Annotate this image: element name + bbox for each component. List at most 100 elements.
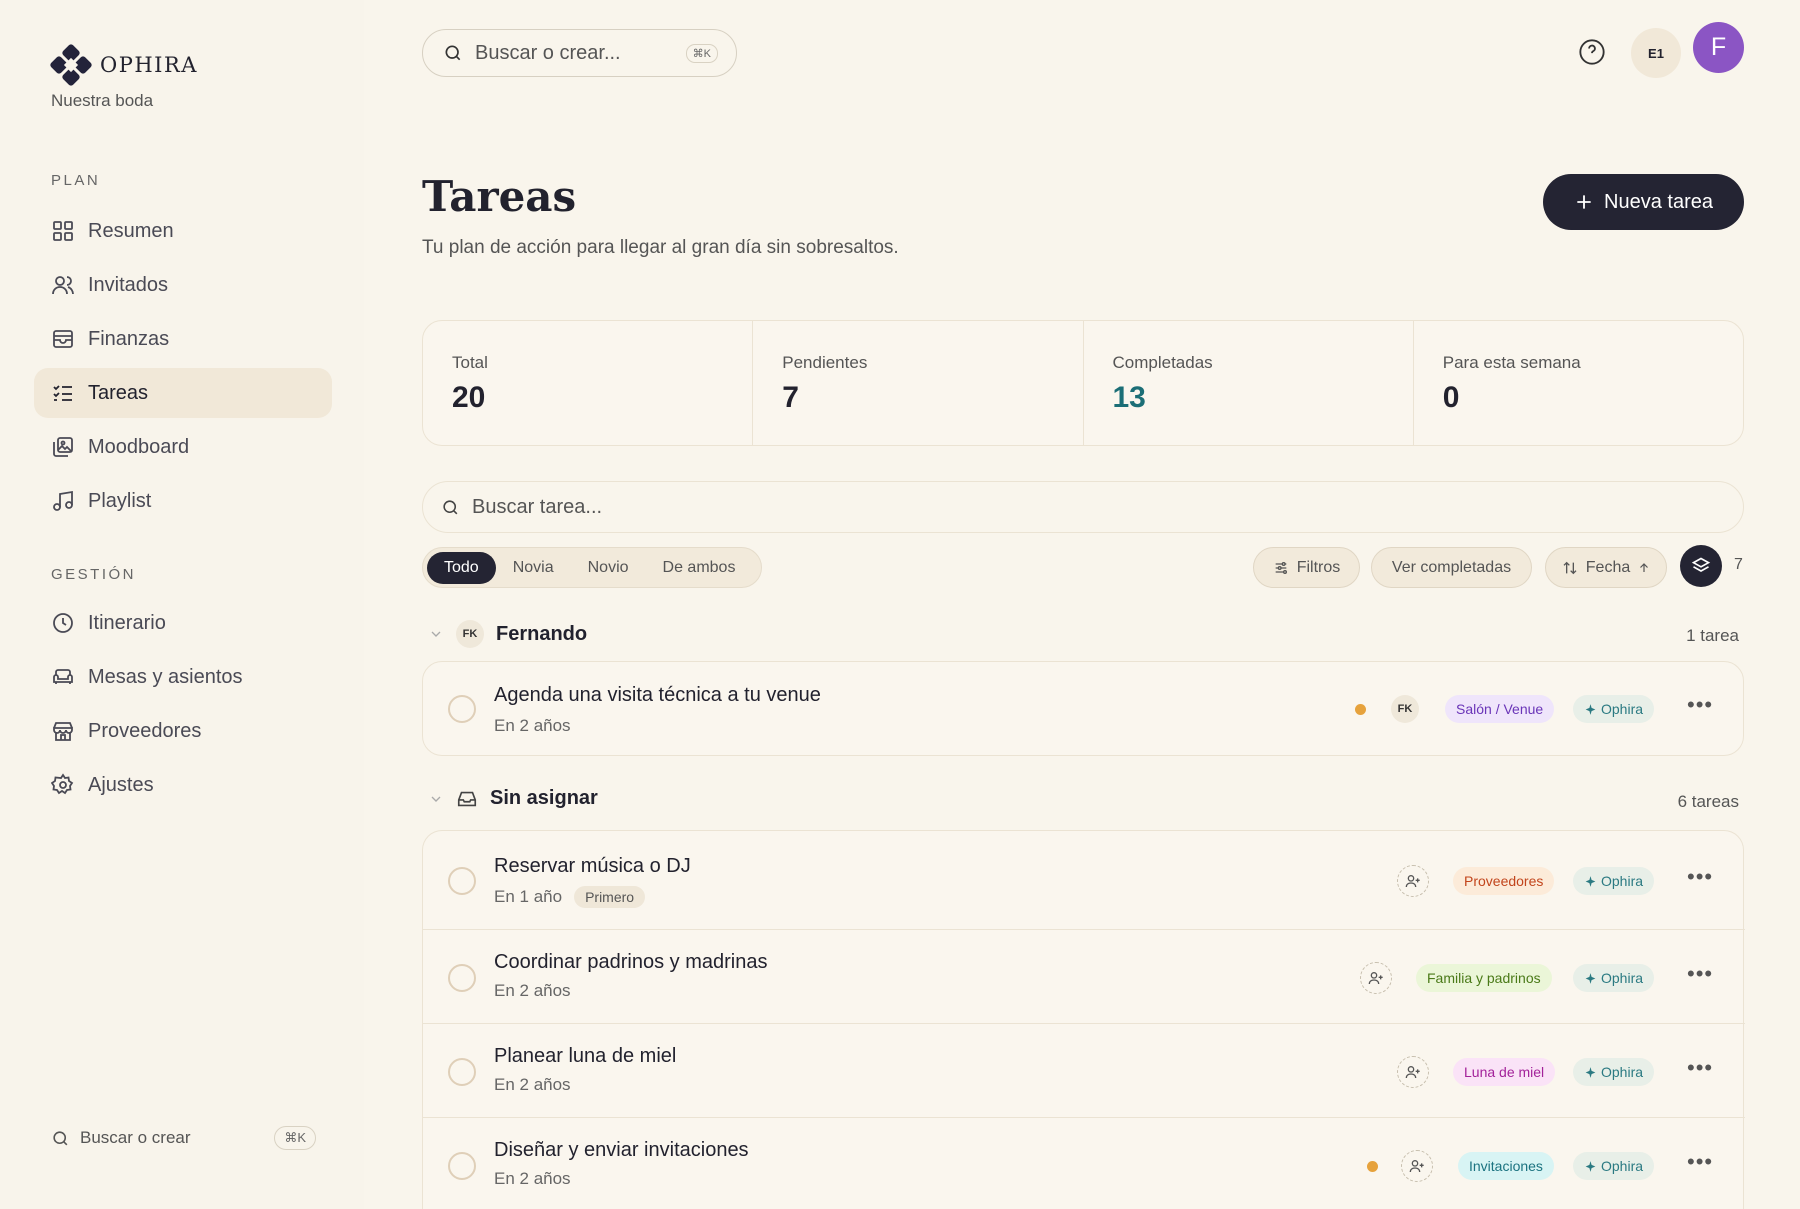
task-checkbox[interactable] (448, 867, 476, 895)
sparkle-icon (1585, 972, 1596, 984)
sidebar-item-playlist[interactable]: Playlist (34, 476, 332, 526)
sidebar-item-tareas[interactable]: Tareas (34, 368, 332, 418)
task-due: En 2 años (494, 1075, 571, 1095)
user-plus-icon (1405, 875, 1420, 888)
more-options-button[interactable]: ••• (1687, 692, 1713, 718)
source-tag: Ophira (1573, 1152, 1655, 1180)
sidebar-item-itinerario[interactable]: Itinerario (34, 598, 332, 648)
user-plus-icon (1368, 972, 1383, 985)
group-header-sin-asignar[interactable]: Sin asignar (428, 787, 598, 810)
group-name: Sin asignar (490, 787, 598, 809)
show-completed-label: Ver completadas (1391, 558, 1512, 576)
stat-label: Completadas (1112, 353, 1213, 372)
show-completed-button[interactable]: Ver completadas (1371, 547, 1532, 588)
task-search-input[interactable]: Buscar tarea... (422, 481, 1744, 533)
ophira-logo-icon (50, 44, 92, 86)
segment-novio[interactable]: Novio (571, 552, 646, 584)
sidebar-item-invitados[interactable]: Invitados (34, 260, 332, 310)
segment-ambos[interactable]: De ambos (646, 552, 753, 584)
sidebar-item-label: Tareas (88, 381, 149, 404)
plus-icon (1577, 195, 1591, 209)
sidebar-item-mesas[interactable]: Mesas y asientos (34, 652, 332, 702)
music-icon (53, 490, 73, 511)
sidebar-search[interactable]: Buscar o crear ⌘K (51, 1126, 316, 1150)
new-task-label: Nueva tarea (1604, 190, 1713, 213)
group-count: 7 (1734, 556, 1743, 573)
segment-todo[interactable]: Todo (427, 551, 496, 584)
user-plus-icon (1405, 1066, 1420, 1079)
assign-button[interactable] (1401, 1150, 1433, 1182)
more-options-button[interactable]: ••• (1687, 1055, 1713, 1081)
sidebar-item-label: Invitados (88, 273, 169, 296)
sidebar-item-moodboard[interactable]: Moodboard (34, 422, 332, 472)
layers-icon (1691, 557, 1711, 572)
sidebar-item-ajustes[interactable]: Ajustes (34, 760, 332, 810)
category-tag: Invitaciones (1458, 1152, 1554, 1180)
stat-value: 13 (1112, 381, 1146, 414)
assign-button[interactable] (1360, 962, 1392, 994)
sparkle-icon (1585, 1160, 1596, 1172)
sparkle-icon (1585, 1066, 1596, 1078)
assign-button[interactable] (1397, 1056, 1429, 1088)
task-due: En 2 años (494, 716, 571, 736)
assign-button[interactable] (1397, 865, 1429, 897)
stat-label: Para esta semana (1442, 353, 1581, 372)
assignee-avatar[interactable]: FK (1391, 695, 1419, 723)
stat-label: Pendientes (782, 353, 868, 372)
task-title[interactable]: Diseñar y enviar invitaciones (494, 1139, 749, 1162)
sparkle-icon (1585, 703, 1596, 715)
stat-completed: Completadas 13 (1084, 321, 1414, 445)
more-options-button[interactable]: ••• (1687, 864, 1713, 890)
brand-subtitle: Nuestra boda (51, 91, 154, 110)
new-task-button[interactable]: Nueva tarea (1543, 174, 1744, 230)
source-tag: Ophira (1573, 867, 1655, 895)
segment-novia[interactable]: Novia (496, 552, 571, 584)
stat-value: 20 (452, 381, 486, 414)
workspace-badge[interactable]: E1 (1631, 28, 1681, 78)
stat-label: Total (452, 353, 488, 372)
group-toggle-button[interactable] (1680, 545, 1722, 587)
user-plus-icon (1409, 1160, 1424, 1173)
sidebar-item-label: Mesas y asientos (88, 665, 243, 688)
filters-button[interactable]: Filtros (1253, 547, 1360, 588)
task-checkbox[interactable] (448, 695, 476, 723)
sidebar: OPHIRA Nuestra boda PLAN Resumen Invitad… (0, 0, 364, 1209)
stat-value: 0 (1442, 381, 1460, 414)
section-label-plan: PLAN (51, 172, 101, 189)
category-tag: Luna de miel (1453, 1058, 1556, 1086)
task-title[interactable]: Coordinar padrinos y madrinas (494, 951, 767, 974)
task-row: Planear luna de miel En 2 años Luna de m… (423, 1024, 1745, 1118)
task-row: Reservar música o DJ En 1 año Primero Pr… (423, 831, 1745, 930)
task-title[interactable]: Agenda una visita técnica a tu venue (494, 684, 821, 707)
source-label: Ophira (1601, 1158, 1644, 1174)
source-label: Ophira (1601, 1064, 1644, 1080)
group-count-label: 6 tareas (1677, 792, 1739, 811)
global-search-input[interactable]: Buscar o crear... ⌘K (422, 29, 737, 77)
sofa-icon (53, 669, 73, 684)
sidebar-item-proveedores[interactable]: Proveedores (34, 706, 332, 756)
sidebar-item-finanzas[interactable]: Finanzas (34, 314, 332, 364)
search-icon (53, 1130, 68, 1145)
global-search-placeholder: Buscar o crear... (475, 41, 621, 64)
task-due-label: En 2 años (494, 1075, 571, 1094)
category-tag: Proveedores (1453, 867, 1555, 895)
task-title[interactable]: Reservar música o DJ (494, 855, 691, 878)
task-due-label: En 1 año (494, 887, 563, 906)
avatar[interactable]: F (1693, 22, 1744, 73)
help-button[interactable] (1578, 38, 1606, 71)
brand[interactable]: OPHIRA (50, 44, 198, 86)
more-options-button[interactable]: ••• (1687, 1149, 1713, 1175)
chevron-down-icon (431, 631, 441, 637)
more-options-button[interactable]: ••• (1687, 961, 1713, 987)
group-header-fernando[interactable]: FK Fernando (428, 620, 587, 648)
task-checkbox[interactable] (448, 1058, 476, 1086)
task-checkbox[interactable] (448, 1152, 476, 1180)
shortcut-badge: ⌘K (274, 1126, 316, 1150)
group-count-label: 1 tarea (1686, 626, 1739, 645)
task-title[interactable]: Planear luna de miel (494, 1045, 676, 1068)
sidebar-item-resumen[interactable]: Resumen (34, 206, 332, 256)
stat-this-week: Para esta semana 0 (1414, 321, 1743, 445)
task-checkbox[interactable] (448, 964, 476, 992)
sidebar-item-label: Resumen (88, 219, 174, 242)
sort-button[interactable]: Fecha (1545, 547, 1667, 588)
